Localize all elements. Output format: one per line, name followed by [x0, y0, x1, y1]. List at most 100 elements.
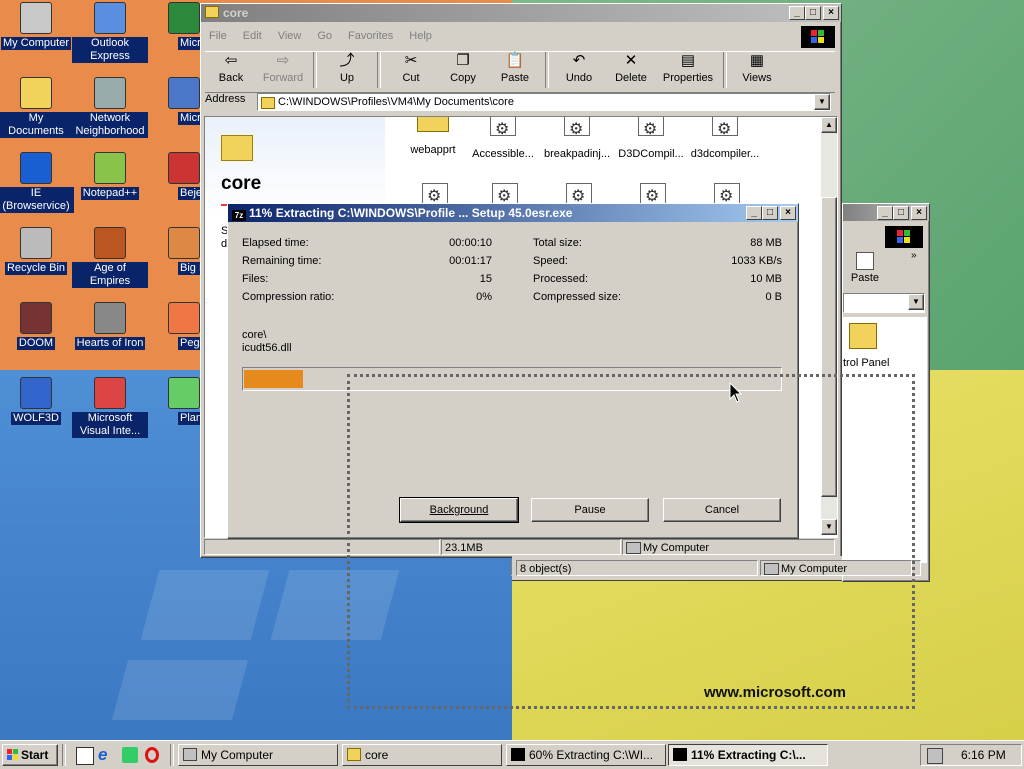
- desktop-icon[interactable]: Recycle Bin: [0, 227, 74, 275]
- frontpage-icon: [168, 77, 200, 109]
- taskbar-separator: [62, 744, 66, 766]
- mycomputer-window[interactable]: _ □ × Paste » ▼ trol Panel 8 object(s) M…: [511, 203, 930, 582]
- taskbar-button[interactable]: 11% Extracting C:\...: [668, 744, 828, 766]
- copy-button[interactable]: ❐ Copy: [437, 52, 489, 84]
- undo-button[interactable]: ↶ Undo: [553, 52, 605, 84]
- address-input[interactable]: C:\WINDOWS\Profiles\VM4\My Documents\cor…: [257, 93, 831, 111]
- extract-title: 11% Extracting C:\WINDOWS\Profile ... Se…: [249, 206, 573, 220]
- outlook-quicklaunch-icon[interactable]: [122, 747, 138, 763]
- desktop-icon[interactable]: WOLF3D: [0, 377, 74, 425]
- close-button[interactable]: ×: [780, 206, 796, 220]
- desktop-icon[interactable]: Network Neighborhood: [72, 77, 148, 138]
- menu-item[interactable]: Help: [409, 30, 432, 42]
- 7zip-icon: [673, 748, 687, 761]
- taskbar-button[interactable]: 60% Extracting C:\WI...: [506, 744, 666, 766]
- tray-volume-icon[interactable]: [927, 748, 943, 764]
- stat-value: 0%: [476, 291, 492, 303]
- taskbar-button[interactable]: My Computer: [178, 744, 338, 766]
- paste-button[interactable]: Paste: [845, 252, 885, 284]
- file-item[interactable]: D3DCompil...: [609, 117, 693, 160]
- minimize-button[interactable]: _: [877, 206, 893, 220]
- status-size: 23.1MB: [441, 539, 621, 555]
- delete-button[interactable]: ✕ Delete: [605, 52, 657, 84]
- show-desktop-icon[interactable]: [76, 747, 94, 765]
- menu-item[interactable]: View: [278, 30, 302, 42]
- pause-button[interactable]: Pause: [531, 498, 649, 522]
- ie-quicklaunch-icon[interactable]: e: [98, 745, 107, 765]
- mycomputer-titlebar[interactable]: _ □ ×: [843, 204, 929, 221]
- network-icon: [94, 77, 126, 109]
- mycomputer-address[interactable]: ▼: [843, 293, 925, 313]
- extract-dialog[interactable]: 7z 11% Extracting C:\WINDOWS\Profile ... …: [227, 203, 799, 539]
- menu-item[interactable]: File: [209, 30, 227, 42]
- desktop-icon[interactable]: Age of Empires: [72, 227, 148, 288]
- mycomputer-content[interactable]: trol Panel: [843, 317, 927, 563]
- folder-heading: core: [221, 173, 262, 194]
- menu-item[interactable]: Favorites: [348, 30, 393, 42]
- properties-icon: ▤: [680, 52, 696, 69]
- background-button[interactable]: Background: [399, 497, 519, 523]
- file-label: Accessible...: [472, 148, 534, 160]
- start-label: Start: [21, 748, 49, 762]
- desktop-icon[interactable]: Microsoft Visual Inte...: [72, 377, 148, 438]
- address-dropdown-button[interactable]: ▼: [908, 294, 924, 310]
- paste-button[interactable]: 📋 Paste: [489, 52, 541, 84]
- desktop-icon[interactable]: Hearts of Iron: [72, 302, 148, 350]
- forward-button[interactable]: ⇨ Forward: [257, 52, 309, 84]
- close-button[interactable]: ×: [911, 206, 927, 220]
- minimize-button[interactable]: _: [789, 6, 805, 20]
- scroll-thumb[interactable]: [821, 197, 837, 497]
- extract-progress-fill: [244, 370, 303, 388]
- desktop-icon[interactable]: IE (Browservice): [0, 152, 74, 213]
- clock[interactable]: 6:16 PM: [961, 748, 1006, 762]
- windows-flag-icon: [7, 749, 19, 761]
- desktop-icon[interactable]: Outlook Express: [72, 2, 148, 63]
- cut-button[interactable]: ✂ Cut: [385, 52, 437, 84]
- address-dropdown-button[interactable]: ▼: [814, 94, 830, 110]
- close-button[interactable]: ×: [823, 6, 839, 20]
- explorer-titlebar[interactable]: core _ □ ×: [201, 4, 841, 22]
- maximize-button[interactable]: □: [893, 206, 909, 220]
- menu-item[interactable]: Edit: [243, 30, 262, 42]
- computer-icon: [183, 748, 197, 761]
- start-button[interactable]: Start: [2, 744, 58, 766]
- desktop-icon[interactable]: DOOM: [0, 302, 74, 350]
- extract-progress-bar: [242, 367, 782, 391]
- taskbar-button-label: 11% Extracting C:\...: [691, 748, 806, 762]
- menu-item[interactable]: Go: [317, 30, 332, 42]
- desktop-icon-label: WOLF3D: [11, 412, 61, 425]
- cancel-button[interactable]: Cancel: [663, 498, 781, 522]
- views-button[interactable]: ▦ Views: [731, 52, 783, 84]
- maximize-button[interactable]: □: [762, 206, 778, 220]
- control-panel-label[interactable]: trol Panel: [843, 357, 889, 369]
- undo-icon: ↶: [572, 52, 586, 69]
- control-panel-icon[interactable]: [849, 323, 877, 349]
- scroll-down-button[interactable]: ▼: [821, 519, 837, 535]
- minimize-button[interactable]: _: [746, 206, 762, 220]
- webview-banner: [205, 117, 385, 217]
- file-item[interactable]: d3dcompiler...: [683, 117, 767, 160]
- desktop-icon-label: Recycle Bin: [4, 262, 68, 275]
- desktop-icon-label: DOOM: [16, 337, 56, 350]
- outlook-express-icon: [94, 2, 126, 34]
- stat-label: Total size:: [533, 237, 582, 249]
- chevron-icon[interactable]: »: [911, 250, 917, 261]
- desktop-icon[interactable]: Notepad++: [72, 152, 148, 200]
- desktop-icon[interactable]: My Computer: [0, 2, 74, 50]
- file-item[interactable]: breakpadinj...: [535, 117, 619, 160]
- vertical-scrollbar[interactable]: ▲ ▼: [821, 117, 837, 535]
- back-button[interactable]: ⇦ Back: [205, 52, 257, 84]
- stat-label: Compressed size:: [533, 291, 622, 303]
- taskbar-button-label: core: [365, 748, 389, 762]
- taskbar-button[interactable]: core: [342, 744, 502, 766]
- scroll-up-button[interactable]: ▲: [821, 117, 837, 133]
- properties-button[interactable]: ▤ Properties: [657, 52, 719, 84]
- address-value: C:\WINDOWS\Profiles\VM4\My Documents\cor…: [278, 96, 514, 108]
- file-item[interactable]: Accessible...: [461, 117, 545, 160]
- desktop-icon[interactable]: My Documents: [0, 77, 74, 138]
- opera-quicklaunch-icon[interactable]: [145, 747, 159, 763]
- extract-titlebar[interactable]: 7z 11% Extracting C:\WINDOWS\Profile ... …: [228, 204, 798, 222]
- back-arrow-icon: ⇦: [224, 52, 238, 69]
- maximize-button[interactable]: □: [805, 6, 821, 20]
- up-button[interactable]: ⤴ Up: [321, 52, 373, 84]
